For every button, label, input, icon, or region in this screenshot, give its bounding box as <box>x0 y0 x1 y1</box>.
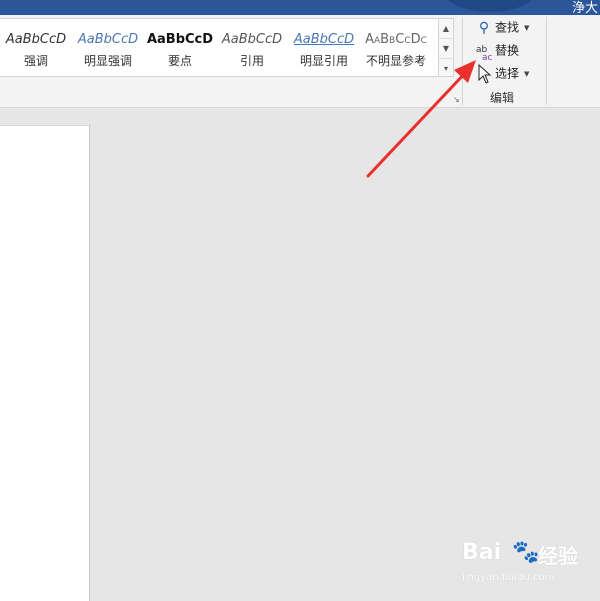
style-label: 明显引用 <box>299 54 348 68</box>
styles-gallery: AaBbCcD 强调 AaBbCcD 明显强调 AaBbCcD 要点 AaBbC… <box>0 18 439 77</box>
ribbon: AaBbCcD 强调 AaBbCcD 明显强调 AaBbCcD 要点 AaBbC… <box>0 15 600 108</box>
document-page[interactable] <box>0 125 90 601</box>
style-label: 要点 <box>167 54 192 68</box>
replace-label: 替换 <box>495 43 520 58</box>
style-emphasis[interactable]: AaBbCcD 强调 <box>0 19 72 76</box>
style-label: 明显强调 <box>83 54 132 68</box>
ruler-strip <box>0 108 600 125</box>
style-preview: AaBbCcD <box>293 32 355 47</box>
style-quote[interactable]: AaBbCcD 引用 <box>216 19 288 76</box>
replace-icon: ab ac <box>476 43 492 63</box>
styles-dialog-launcher-icon[interactable]: ↘ <box>453 95 460 104</box>
baidu-watermark: Bai 🐾 经验 jingyan.baidu.com <box>462 540 592 590</box>
chevron-down-icon: ▼ <box>524 23 530 32</box>
title-text: 浄大 <box>571 1 598 16</box>
style-preview: AaBbCcD <box>5 32 67 47</box>
style-strong[interactable]: AaBbCcD 要点 <box>144 19 216 76</box>
watermark-brand-cn: 经验 <box>538 544 578 568</box>
title-bar: 浄大 <box>0 0 600 16</box>
group-divider <box>462 17 463 105</box>
search-icon: ⚲ <box>478 19 490 36</box>
find-button[interactable]: ⚲ 查找 ▼ <box>476 17 530 37</box>
replace-button[interactable]: ab ac 替换 <box>476 40 520 63</box>
style-preview: AaBbCcD <box>221 32 283 47</box>
style-label: 不明显参考 <box>365 54 426 68</box>
paw-icon: 🐾 <box>512 540 540 565</box>
gallery-scroll-down-icon[interactable]: ▼ <box>439 39 453 59</box>
chevron-down-icon: ▼ <box>524 69 530 78</box>
gallery-scroll-up-icon[interactable]: ▲ <box>439 19 453 39</box>
account-avatar[interactable] <box>440 0 540 12</box>
style-preview: AaBbCcD <box>146 32 214 47</box>
style-intense-emphasis[interactable]: AaBbCcD 明显强调 <box>72 19 144 76</box>
style-preview: AaBbCcDc <box>365 32 427 47</box>
gallery-more-icon[interactable]: ▾ <box>439 59 453 78</box>
find-label: 查找 <box>495 20 520 35</box>
style-intense-quote[interactable]: AaBbCcD 明显引用 <box>288 19 360 76</box>
style-preview: AaBbCcD <box>77 32 139 47</box>
style-subtle-reference[interactable]: AaBbCcDc 不明显参考 <box>360 19 432 76</box>
editing-group-label: 编辑 <box>490 91 515 105</box>
watermark-brand: Bai <box>462 540 502 565</box>
style-label: 强调 <box>23 54 48 68</box>
gallery-scrollbar: ▲ ▼ ▾ <box>438 18 454 77</box>
mouse-cursor-icon <box>478 64 492 84</box>
watermark-url: jingyan.baidu.com <box>462 572 555 583</box>
style-label: 引用 <box>239 54 264 68</box>
select-label: 选择 <box>495 66 520 81</box>
group-divider <box>546 17 547 105</box>
